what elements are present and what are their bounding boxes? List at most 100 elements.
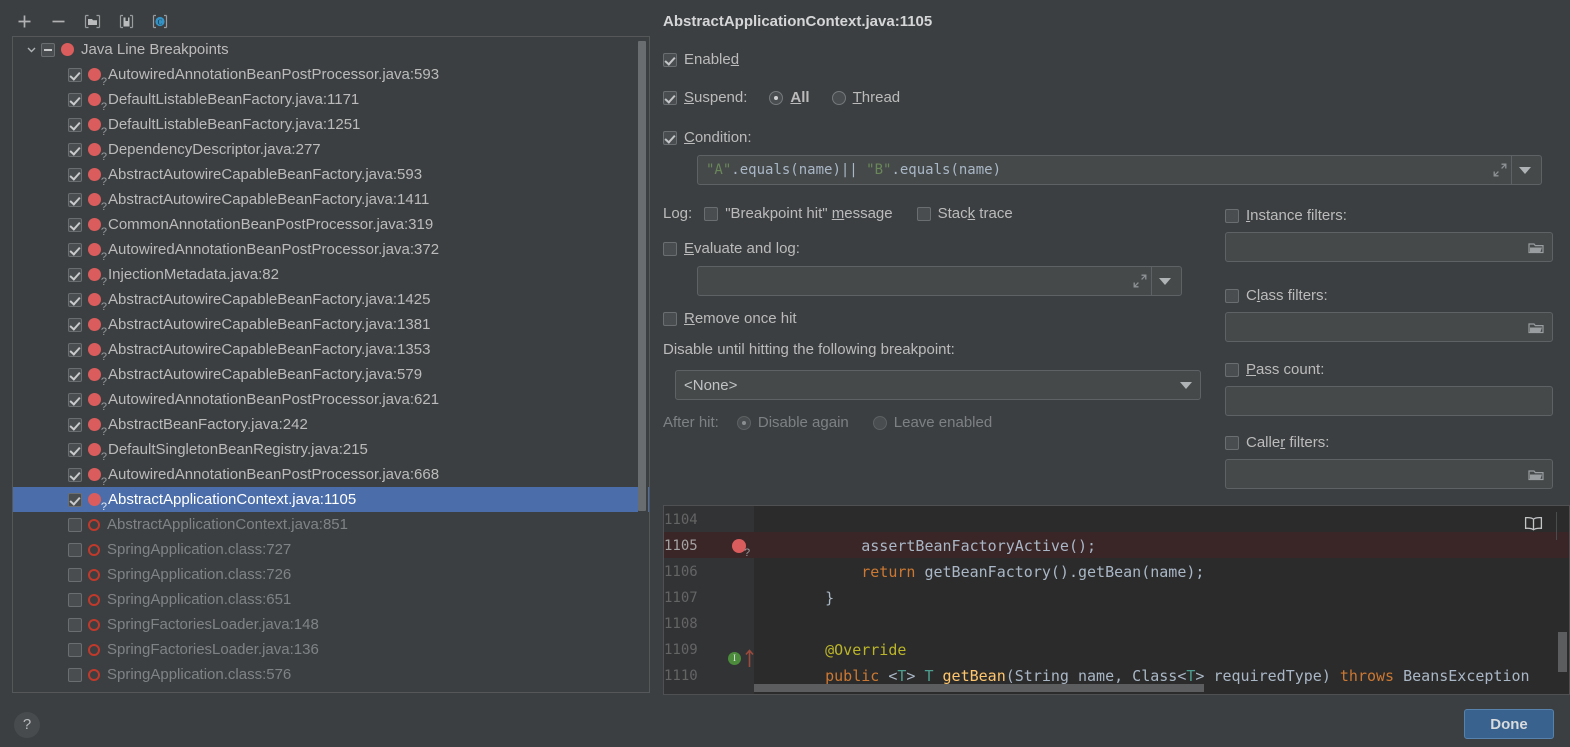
tree-group-row[interactable]: Java Line Breakpoints xyxy=(13,37,649,62)
tree-scrollbar-thumb[interactable] xyxy=(638,41,646,511)
condition-checkbox[interactable] xyxy=(663,130,677,145)
tree-item-checkbox[interactable] xyxy=(68,442,82,457)
tree-item-row[interactable]: ? AbstractAutowireCapableBeanFactory.java… xyxy=(13,287,649,313)
tree-item-row[interactable]: AbstractApplicationContext.java:851 xyxy=(13,512,649,537)
tree-item-row[interactable]: ? InjectionMetadata.java:82 xyxy=(13,262,649,288)
class-filters-header[interactable]: Class filters: xyxy=(1225,287,1570,304)
tree-item-checkbox[interactable] xyxy=(68,317,82,332)
tree-item-checkbox[interactable] xyxy=(68,642,82,657)
expand-editor-icon[interactable] xyxy=(1129,273,1151,289)
implementation-marker-icon[interactable]: I xyxy=(728,652,741,665)
log-breakpoint-hit-checkbox-row[interactable]: "Breakpoint hit" message xyxy=(704,205,893,222)
tree-item-checkbox[interactable] xyxy=(68,417,82,432)
code-preview-panel[interactable]: 1104 assertBeanFactoryActive(); 1105 retu… xyxy=(663,505,1570,695)
remove-breakpoint-button[interactable] xyxy=(44,9,72,33)
tree-item-row[interactable]: ? AbstractAutowireCapableBeanFactory.java… xyxy=(13,162,649,188)
remove-once-hit-checkbox[interactable] xyxy=(663,311,677,326)
group-by-file-icon[interactable] xyxy=(78,9,106,33)
group-by-class-icon[interactable]: C xyxy=(146,9,174,33)
tree-item-row[interactable]: ? AbstractAutowireCapableBeanFactory.java… xyxy=(13,337,649,363)
suspend-thread-radio[interactable]: Thread xyxy=(831,89,900,106)
condition-value[interactable]: "A".equals(name)|| "B".equals(name) xyxy=(706,162,1489,178)
tree-item-row[interactable]: ? AbstractAutowireCapableBeanFactory.java… xyxy=(13,187,649,213)
tree-item-row[interactable]: SpringFactoriesLoader.java:148 xyxy=(13,612,649,637)
after-hit-disable-again-radio-mark[interactable] xyxy=(736,415,751,430)
tree-item-row[interactable]: ? AutowiredAnnotationBeanPostProcessor.ja… xyxy=(13,237,649,263)
tree-item-checkbox[interactable] xyxy=(68,192,82,207)
breakpoints-tree[interactable]: Java Line Breakpoints ? AutowiredAnnotati… xyxy=(12,36,650,693)
browse-folder-icon[interactable] xyxy=(1528,241,1544,254)
class-filters-checkbox[interactable] xyxy=(1225,288,1239,303)
code-horizontal-scrollbar[interactable] xyxy=(754,684,1204,692)
code-line[interactable]: 1104 assertBeanFactoryActive(); xyxy=(664,506,1569,555)
tree-item-checkbox[interactable] xyxy=(68,242,82,257)
tree-item-row[interactable]: ? AbstractApplicationContext.java:1105 xyxy=(13,487,649,513)
documentation-icon[interactable] xyxy=(1524,516,1543,535)
pass-count-checkbox[interactable] xyxy=(1225,362,1239,377)
tree-item-row[interactable]: SpringApplication.class:576 xyxy=(13,662,649,687)
tree-item-checkbox[interactable] xyxy=(68,217,82,232)
tree-scrollbar-track[interactable] xyxy=(638,38,648,691)
suspend-thread-radio-mark[interactable] xyxy=(831,90,846,105)
tree-item-checkbox[interactable] xyxy=(68,667,82,682)
tree-item-row[interactable]: ? CommonAnnotationBeanPostProcessor.java:… xyxy=(13,212,649,238)
evaluate-and-log-row[interactable]: Evaluate and log: xyxy=(663,240,800,257)
pass-count-input[interactable] xyxy=(1225,386,1553,416)
group-checkbox[interactable] xyxy=(41,42,55,57)
enabled-row[interactable]: Enabled xyxy=(663,51,739,68)
suspend-all-radio[interactable]: All xyxy=(769,89,810,106)
evaluate-history-dropdown[interactable] xyxy=(1151,267,1177,295)
instance-filters-header[interactable]: Instance filters: xyxy=(1225,207,1570,224)
disable-until-dropdown[interactable]: <None> xyxy=(675,370,1201,400)
evaluate-and-log-input[interactable] xyxy=(697,266,1182,296)
chevron-down-icon[interactable] xyxy=(23,42,39,58)
overriding-method-arrow-icon[interactable] xyxy=(744,648,755,672)
tree-item-checkbox[interactable] xyxy=(68,517,82,532)
tree-item-checkbox[interactable] xyxy=(68,542,82,557)
tree-item-checkbox[interactable] xyxy=(68,92,82,107)
condition-row[interactable]: Condition: xyxy=(663,129,752,146)
caller-filters-input[interactable] xyxy=(1225,459,1553,489)
tree-item-checkbox[interactable] xyxy=(68,617,82,632)
suspend-all-radio-mark[interactable] xyxy=(769,90,784,105)
code-vertical-scrollbar[interactable] xyxy=(1558,632,1567,672)
condition-history-dropdown[interactable] xyxy=(1511,156,1537,184)
tree-item-checkbox[interactable] xyxy=(68,592,82,607)
condition-input[interactable]: "A".equals(name)|| "B".equals(name) xyxy=(697,155,1542,185)
tree-item-row[interactable]: SpringFactoriesLoader.java:136 xyxy=(13,637,649,662)
suspend-row[interactable]: Suspend: All Thread xyxy=(663,89,900,106)
caller-filters-checkbox[interactable] xyxy=(1225,435,1239,450)
tree-item-checkbox[interactable] xyxy=(68,292,82,307)
tree-item-checkbox[interactable] xyxy=(68,142,82,157)
tree-item-row[interactable]: ? DependencyDescriptor.java:277 xyxy=(13,137,649,163)
instance-filters-checkbox[interactable] xyxy=(1225,208,1239,223)
tree-item-checkbox[interactable] xyxy=(68,167,82,182)
after-hit-disable-again-radio[interactable]: Disable again xyxy=(736,414,849,431)
expand-editor-icon[interactable] xyxy=(1489,162,1511,178)
code-line[interactable]: 1108 @Override xyxy=(664,610,1569,659)
tree-item-row[interactable]: ? DefaultListableBeanFactory.java:1171 xyxy=(13,87,649,113)
after-hit-leave-enabled-radio[interactable]: Leave enabled xyxy=(872,414,992,431)
pass-count-header[interactable]: Pass count: xyxy=(1225,361,1570,378)
tree-item-checkbox[interactable] xyxy=(68,67,82,82)
tree-item-row[interactable]: SpringApplication.class:651 xyxy=(13,587,649,612)
suspend-checkbox[interactable] xyxy=(663,90,677,105)
group-by-package-icon[interactable] xyxy=(112,9,140,33)
enabled-checkbox[interactable] xyxy=(663,52,677,67)
remove-once-hit-row[interactable]: Remove once hit xyxy=(663,310,797,327)
tree-item-checkbox[interactable] xyxy=(68,267,82,282)
tree-item-checkbox[interactable] xyxy=(68,567,82,582)
tree-item-checkbox[interactable] xyxy=(68,342,82,357)
caller-filters-header[interactable]: Caller filters: xyxy=(1225,434,1570,451)
after-hit-leave-enabled-radio-mark[interactable] xyxy=(872,415,887,430)
tree-item-row[interactable]: SpringApplication.class:726 xyxy=(13,562,649,587)
class-filters-input[interactable] xyxy=(1225,312,1553,342)
tree-item-checkbox[interactable] xyxy=(68,392,82,407)
tree-item-row[interactable]: ? AutowiredAnnotationBeanPostProcessor.ja… xyxy=(13,462,649,488)
done-button[interactable]: Done xyxy=(1464,709,1554,739)
tree-item-row[interactable]: ? AutowiredAnnotationBeanPostProcessor.ja… xyxy=(13,387,649,413)
tree-item-checkbox[interactable] xyxy=(68,492,82,507)
add-breakpoint-button[interactable] xyxy=(10,9,38,33)
tree-item-checkbox[interactable] xyxy=(68,117,82,132)
browse-folder-icon[interactable] xyxy=(1528,468,1544,481)
